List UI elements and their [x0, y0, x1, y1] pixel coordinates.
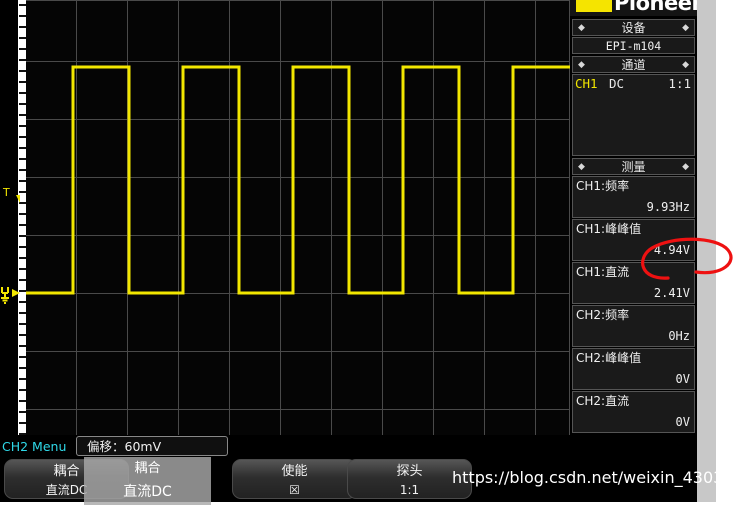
measurement-label: CH2:直流: [576, 394, 630, 408]
next-arrow-icon[interactable]: ◆: [682, 20, 689, 37]
measurement-value: 0V: [675, 415, 690, 429]
trigger-marker[interactable]: T: [2, 186, 20, 208]
measurement-item[interactable]: CH1:峰峰值 4.94V: [572, 219, 695, 261]
coupling-dropdown-selected[interactable]: 直流DC: [84, 480, 211, 504]
prev-arrow-icon[interactable]: ◆: [578, 57, 585, 74]
measurement-item[interactable]: CH2:频率 0Hz: [572, 305, 695, 347]
screenshot-root: T Pioneer ◆ 设备 ◆ EPI-m104 ◆ 通道 ◆ CH1 DC …: [0, 0, 734, 505]
watermark-text: https://blog.csdn.net/weixin_43031: [452, 468, 734, 487]
measurement-label: CH1:峰峰值: [576, 222, 642, 236]
measurement-value: 2.41V: [653, 286, 690, 300]
next-arrow-icon[interactable]: ◆: [682, 57, 689, 74]
ch2-menu-label: CH2 Menu: [2, 439, 67, 454]
coupling-dropdown-overlay[interactable]: 耦合 直流DC: [84, 457, 211, 505]
coupling-dropdown-title: 耦合: [134, 461, 161, 476]
channel-row-ch1[interactable]: CH1 DC 1:1: [575, 76, 691, 92]
oscilloscope-window: T Pioneer ◆ 设备 ◆ EPI-m104 ◆ 通道 ◆ CH1 DC …: [0, 0, 697, 505]
svg-text:T: T: [2, 186, 10, 199]
section-header-measure[interactable]: ◆ 测量 ◆: [572, 158, 695, 175]
measurement-label: CH1:频率: [576, 179, 630, 193]
channel-name: CH1: [575, 76, 598, 91]
channel-probe: 1:1: [668, 76, 691, 91]
measurement-item[interactable]: CH2:直流 0V: [572, 391, 695, 433]
logo-swatch-icon: [576, 0, 612, 12]
offset-input[interactable]: 偏移：60mV: [76, 436, 228, 456]
ground-level-marker[interactable]: [0, 282, 26, 304]
measurement-item[interactable]: CH1:直流 2.41V: [572, 262, 695, 304]
device-name-value[interactable]: EPI-m104: [572, 37, 695, 54]
measurement-value: 0Hz: [668, 329, 690, 343]
enable-button[interactable]: 使能 ☒: [232, 459, 357, 499]
device-side-panel: Pioneer ◆ 设备 ◆ EPI-m104 ◆ 通道 ◆ CH1 DC 1:…: [570, 0, 697, 460]
waveform-plot[interactable]: [25, 0, 570, 435]
measurement-item[interactable]: CH1:频率 9.93Hz: [572, 176, 695, 218]
prev-arrow-icon[interactable]: ◆: [578, 20, 585, 37]
section-header-device[interactable]: ◆ 设备 ◆: [572, 19, 695, 36]
measurement-value: 0V: [675, 372, 690, 386]
section-header-channel[interactable]: ◆ 通道 ◆: [572, 56, 695, 73]
next-arrow-icon[interactable]: ◆: [682, 159, 689, 176]
vertical-scrollbar[interactable]: [697, 0, 716, 502]
section-title-measure: 测量: [621, 160, 646, 174]
ch1-trace: [25, 65, 570, 295]
watermark: https://blog.csdn.net/weixin_43031092: [452, 468, 734, 487]
enable-button-label: 使能: [281, 464, 308, 479]
measurement-value: 4.94V: [653, 243, 690, 257]
section-title-device: 设备: [621, 21, 646, 35]
page-background: [716, 0, 734, 502]
enable-checkbox-icon[interactable]: ☒: [233, 482, 356, 498]
brand-logo: Pioneer: [570, 0, 697, 16]
channel-coupling: DC: [609, 76, 625, 91]
logo-text: Pioneer: [614, 0, 697, 15]
measurement-label: CH2:频率: [576, 308, 630, 322]
channel-list[interactable]: CH1 DC 1:1: [572, 74, 695, 156]
measurement-label: CH2:峰峰值: [576, 351, 642, 365]
ruler-ticks: [19, 4, 26, 435]
prev-arrow-icon[interactable]: ◆: [578, 159, 585, 176]
measurement-label: CH1:直流: [576, 265, 630, 279]
section-title-channel: 通道: [621, 58, 646, 72]
measurement-value: 9.93Hz: [646, 200, 690, 214]
measurement-item[interactable]: CH2:峰峰值 0V: [572, 348, 695, 390]
